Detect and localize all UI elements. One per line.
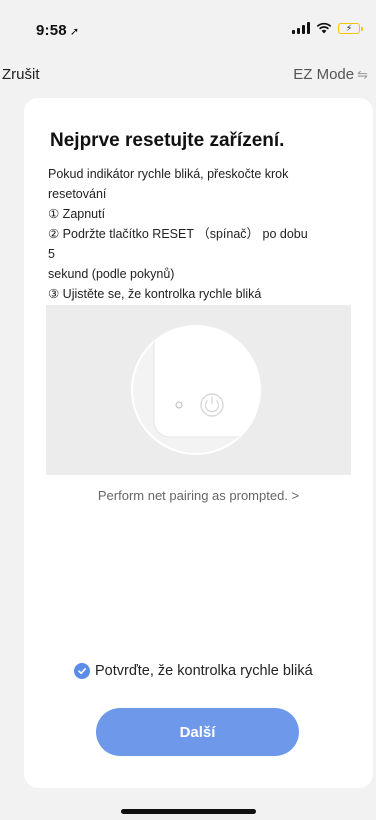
reset-instructions-card: Nejprve resetujte zařízení. Pokud indiká… (24, 98, 373, 788)
ez-mode-label: EZ Mode (293, 66, 355, 83)
status-icons: ⚡ (292, 22, 363, 34)
clock-text: 9:58 (36, 22, 67, 39)
location-arrow-icon: ➚ (69, 26, 80, 38)
next-button[interactable]: Další (96, 708, 299, 756)
instruction-line: Pokud indikátor rychle bliká, přeskočte … (48, 167, 289, 181)
instruction-step-3: ③ Ujistěte se, že kontrolka rychle bliká (48, 287, 262, 301)
checkmark-icon (74, 663, 90, 679)
ez-mode-switch[interactable]: EZ Mode ⇋ (293, 66, 368, 83)
battery-charging-icon: ⚡ (338, 22, 363, 34)
page-title: Nejprve resetujte zařízení. (50, 130, 285, 151)
net-pairing-link[interactable]: Perform net pairing as prompted. > (24, 488, 373, 503)
instruction-step-2: ② Podržte tlačítko RESET （spínač） po dob… (48, 227, 308, 261)
navigation-bar: Zrušit EZ Mode ⇋ (0, 58, 376, 92)
instruction-step-1: ① Zapnutí (48, 207, 106, 221)
instruction-line: sekund (podle pokynů) (48, 267, 175, 281)
home-indicator[interactable] (121, 809, 256, 814)
device-reset-illustration (46, 305, 351, 475)
status-time: 9:58 ➚ (36, 22, 79, 39)
cancel-button[interactable]: Zrušit (2, 66, 40, 83)
instruction-line: resetování (48, 187, 107, 201)
confirm-label: Potvrďte, že kontrolka rychle bliká (95, 663, 313, 679)
swap-arrows-icon: ⇋ (357, 66, 368, 82)
device-illustration (131, 325, 261, 455)
cellular-signal-icon (292, 22, 310, 34)
wifi-icon (316, 22, 332, 34)
confirm-checkbox[interactable]: Potvrďte, že kontrolka rychle bliká (74, 663, 313, 679)
status-bar: 9:58 ➚ ⚡ (0, 0, 376, 50)
instructions-text: Pokud indikátor rychle bliká, přeskočte … (48, 164, 318, 304)
